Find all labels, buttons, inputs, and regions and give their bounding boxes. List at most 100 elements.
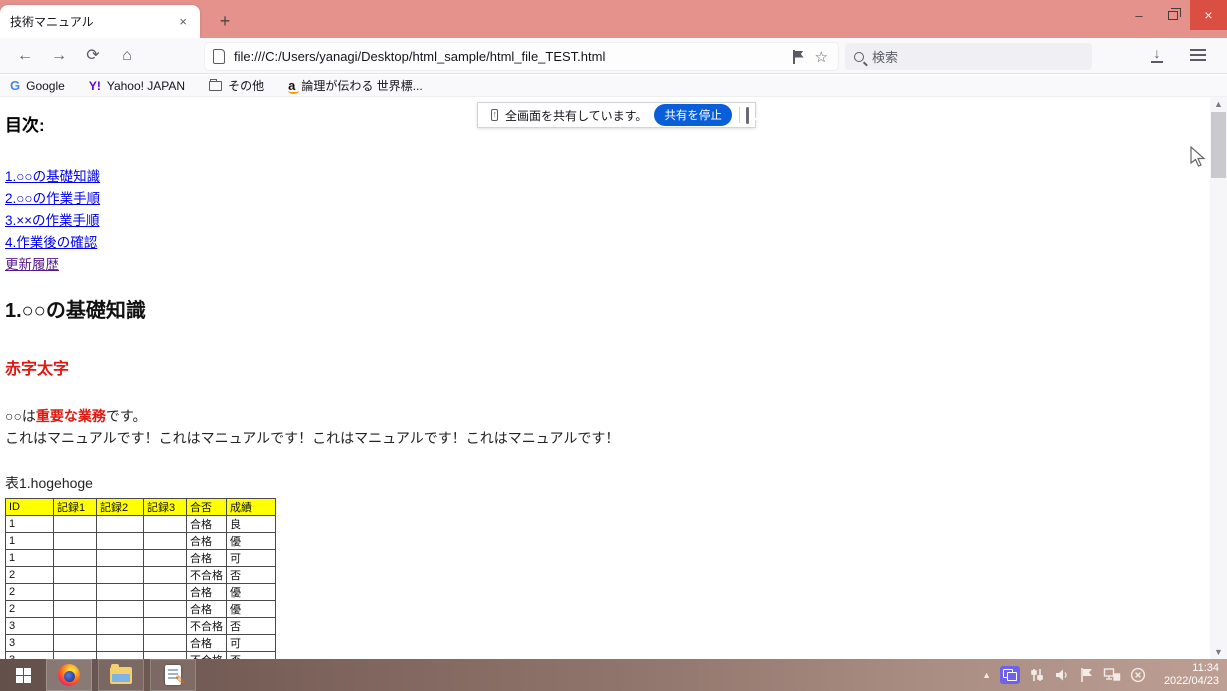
- network-icon[interactable]: [1103, 667, 1121, 683]
- circle-x-tray-icon[interactable]: [1130, 667, 1146, 683]
- banner-minimize-button[interactable]: [746, 107, 749, 124]
- cell: 2: [6, 601, 54, 618]
- cell: [144, 550, 187, 567]
- yahoo-icon: Y!: [89, 79, 101, 93]
- cell: [144, 635, 187, 652]
- browser-tab[interactable]: 技術マニュアル ×: [0, 5, 200, 38]
- cell: [97, 635, 144, 652]
- cell: 3: [6, 618, 54, 635]
- menu-icon[interactable]: [1190, 49, 1206, 64]
- table-caption: 表1.hogehoge: [5, 473, 1197, 493]
- cell: [97, 601, 144, 618]
- col-header: ID: [6, 499, 54, 516]
- cell: [54, 550, 97, 567]
- show-hidden-icons-button[interactable]: ▲: [982, 670, 991, 680]
- cell: 2: [6, 584, 54, 601]
- cell: [97, 550, 144, 567]
- vertical-scrollbar[interactable]: ▲ ▼: [1210, 97, 1227, 659]
- cell: [97, 652, 144, 660]
- volume-icon[interactable]: [1054, 667, 1070, 683]
- scroll-up-icon[interactable]: ▲: [1210, 97, 1227, 111]
- stop-sharing-button[interactable]: 共有を停止: [654, 104, 732, 126]
- cell: 3: [6, 652, 54, 660]
- search-field[interactable]: 検索: [845, 43, 1092, 70]
- flag-permission-icon[interactable]: [793, 50, 805, 64]
- cell: 1: [6, 533, 54, 550]
- para-text: です。: [106, 408, 147, 424]
- cell: 可: [227, 635, 276, 652]
- restore-icon: [1168, 11, 1178, 20]
- bookmark-label: 論理が伝わる 世界標...: [301, 77, 422, 94]
- cell: [54, 516, 97, 533]
- cell: [54, 533, 97, 550]
- cell: [144, 584, 187, 601]
- bookmark-google[interactable]: G Google: [10, 78, 65, 93]
- cell: [144, 567, 187, 584]
- share-message: 全画面を共有しています。: [505, 107, 647, 124]
- cell: [97, 584, 144, 601]
- toc-link-1[interactable]: 1.○○の基礎知識: [5, 166, 1197, 188]
- page-content: ↑ 全画面を共有しています。 共有を停止 目次: 1.○○の基礎知識 2.○○の…: [0, 97, 1227, 659]
- system-tray: ▲ 11:34 2022/04/23: [982, 662, 1227, 688]
- bookmark-folder-other[interactable]: その他: [209, 77, 264, 94]
- cell: 優: [227, 533, 276, 550]
- window-minimize-button[interactable]: –: [1122, 0, 1156, 30]
- cell: [144, 652, 187, 660]
- start-button[interactable]: [0, 659, 46, 691]
- bookmark-label: Google: [26, 79, 65, 93]
- flag-tray-icon[interactable]: [1079, 667, 1094, 683]
- col-header: 記録1: [54, 499, 97, 516]
- result-table: ID 記録1 記録2 記録3 合否 成績 1合格良 1合格優 1合格可 2不合格…: [5, 498, 276, 659]
- taskbar-firefox-button[interactable]: [46, 659, 92, 691]
- table-row: 3不合格否: [6, 618, 276, 635]
- cell: 優: [227, 601, 276, 618]
- screen-share-indicator-icon[interactable]: [1000, 666, 1020, 684]
- cell: 合格: [187, 533, 227, 550]
- taskbar-clock[interactable]: 11:34 2022/04/23: [1155, 662, 1219, 688]
- reload-button[interactable]: ⟳: [80, 44, 106, 68]
- table-row: 2不合格否: [6, 567, 276, 584]
- url-text[interactable]: file:///C:/Users/yanagi/Desktop/html_sam…: [234, 49, 789, 64]
- taskbar-explorer-button[interactable]: [98, 659, 144, 691]
- cell: 否: [227, 567, 276, 584]
- cell: 良: [227, 516, 276, 533]
- navigation-toolbar: ← → ⟳ ⌂ file:///C:/Users/yanagi/Desktop/…: [0, 38, 1227, 74]
- bookmark-amazon-page[interactable]: a 論理が伝わる 世界標...: [288, 77, 423, 94]
- google-icon: G: [10, 78, 20, 93]
- page-icon: [213, 49, 225, 64]
- notepad-icon: [165, 665, 181, 685]
- cell: [144, 516, 187, 533]
- table-row: 3不合格否: [6, 652, 276, 660]
- amazon-icon: a: [288, 78, 295, 93]
- cell: 不合格: [187, 652, 227, 660]
- forward-button[interactable]: →: [46, 44, 72, 68]
- cell: [97, 533, 144, 550]
- new-tab-button[interactable]: +: [212, 8, 238, 34]
- col-header: 記録3: [144, 499, 187, 516]
- scroll-down-icon[interactable]: ▼: [1210, 645, 1227, 659]
- window-controls: – ×: [1122, 0, 1227, 30]
- search-icon: [854, 52, 864, 62]
- screen-share-icon: ↑: [491, 109, 498, 121]
- red-bold-heading: 赤字太字: [5, 355, 1197, 379]
- cell: 合格: [187, 550, 227, 567]
- toc-link-4[interactable]: 4.作業後の確認: [5, 232, 1197, 254]
- scrollbar-thumb[interactable]: [1211, 112, 1226, 178]
- bookmark-star-icon[interactable]: ☆: [815, 48, 828, 66]
- toc-link-3[interactable]: 3.××の作業手順: [5, 210, 1197, 232]
- address-bar[interactable]: file:///C:/Users/yanagi/Desktop/html_sam…: [205, 43, 838, 70]
- settings-sliders-icon[interactable]: [1029, 667, 1045, 683]
- back-button[interactable]: ←: [12, 44, 38, 68]
- bookmark-yahoo-japan[interactable]: Y! Yahoo! JAPAN: [89, 79, 185, 93]
- clock-date: 2022/04/23: [1155, 675, 1219, 688]
- toc-link-2[interactable]: 2.○○の作業手順: [5, 188, 1197, 210]
- taskbar-notepad-button[interactable]: [150, 659, 196, 691]
- bookmark-label: その他: [228, 77, 264, 94]
- tab-close-icon[interactable]: ×: [176, 14, 190, 29]
- window-close-button[interactable]: ×: [1190, 0, 1227, 30]
- home-button[interactable]: ⌂: [114, 44, 140, 68]
- downloads-icon[interactable]: ↓: [1148, 46, 1166, 64]
- toc-link-history[interactable]: 更新履歴: [5, 254, 1197, 276]
- window-restore-button[interactable]: [1156, 0, 1190, 30]
- cell: 合格: [187, 516, 227, 533]
